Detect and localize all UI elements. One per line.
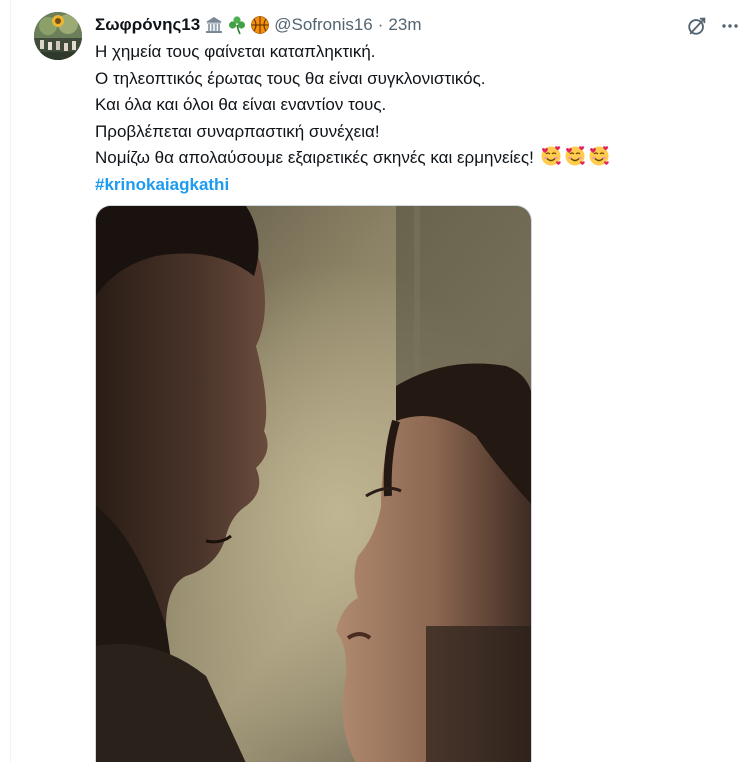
grok-button[interactable] bbox=[683, 12, 711, 40]
more-options-button[interactable] bbox=[716, 12, 744, 40]
tweet-card[interactable]: Σωφρόνης13 @Sofronis16 · 23m Η χημεία το… bbox=[0, 0, 755, 762]
grok-icon bbox=[688, 17, 706, 35]
basketball-icon bbox=[251, 16, 270, 34]
timestamp[interactable]: 23m bbox=[388, 15, 421, 35]
hashtag-link[interactable]: #krinokaiagkathi bbox=[95, 172, 610, 199]
tweet-text: Η χημεία τους φαίνεται καταπληκτική. Ο τ… bbox=[95, 39, 610, 198]
avatar[interactable] bbox=[34, 12, 82, 60]
tweet-text-line-1: Η χημεία τους φαίνεται καταπληκτική. bbox=[95, 42, 376, 61]
shamrock-icon bbox=[229, 16, 246, 35]
tweet-text-line-4: Προβλέπεται συναρπαστική συνέχεια! bbox=[95, 121, 380, 141]
thread-divider bbox=[10, 0, 11, 762]
author-display-name[interactable]: Σωφρόνης13 bbox=[95, 15, 200, 35]
smiling-face-with-hearts-icon bbox=[589, 146, 609, 166]
tweet-header: Σωφρόνης13 @Sofronis16 · 23m bbox=[95, 14, 422, 36]
author-badges bbox=[204, 15, 270, 35]
smiling-face-with-hearts-icon bbox=[541, 146, 561, 166]
separator-dot: · bbox=[377, 15, 384, 34]
tweet-text-line-5: Νομίζω θα απολαύσουμε εξαιρετικές σκηνές… bbox=[95, 148, 534, 167]
scene-photo bbox=[96, 206, 531, 762]
tweet-text-line-3: Και όλα και όλοι θα είναι εναντίον τους. bbox=[95, 95, 387, 114]
classical-building-icon bbox=[206, 17, 223, 33]
tweet-text-line-2: Ο τηλεοπτικός έρωτας τους θα είναι συγκλ… bbox=[95, 68, 486, 88]
smiling-face-with-hearts-icon bbox=[565, 146, 585, 166]
author-handle[interactable]: @Sofronis16 bbox=[274, 15, 373, 35]
more-icon bbox=[722, 24, 738, 28]
tweet-text-line-5-wrapper: Νομίζω θα απολαύσουμε εξαιρετικές σκηνές… bbox=[95, 145, 610, 172]
tweet-media-image[interactable] bbox=[95, 205, 532, 762]
emoji-group bbox=[540, 145, 610, 167]
